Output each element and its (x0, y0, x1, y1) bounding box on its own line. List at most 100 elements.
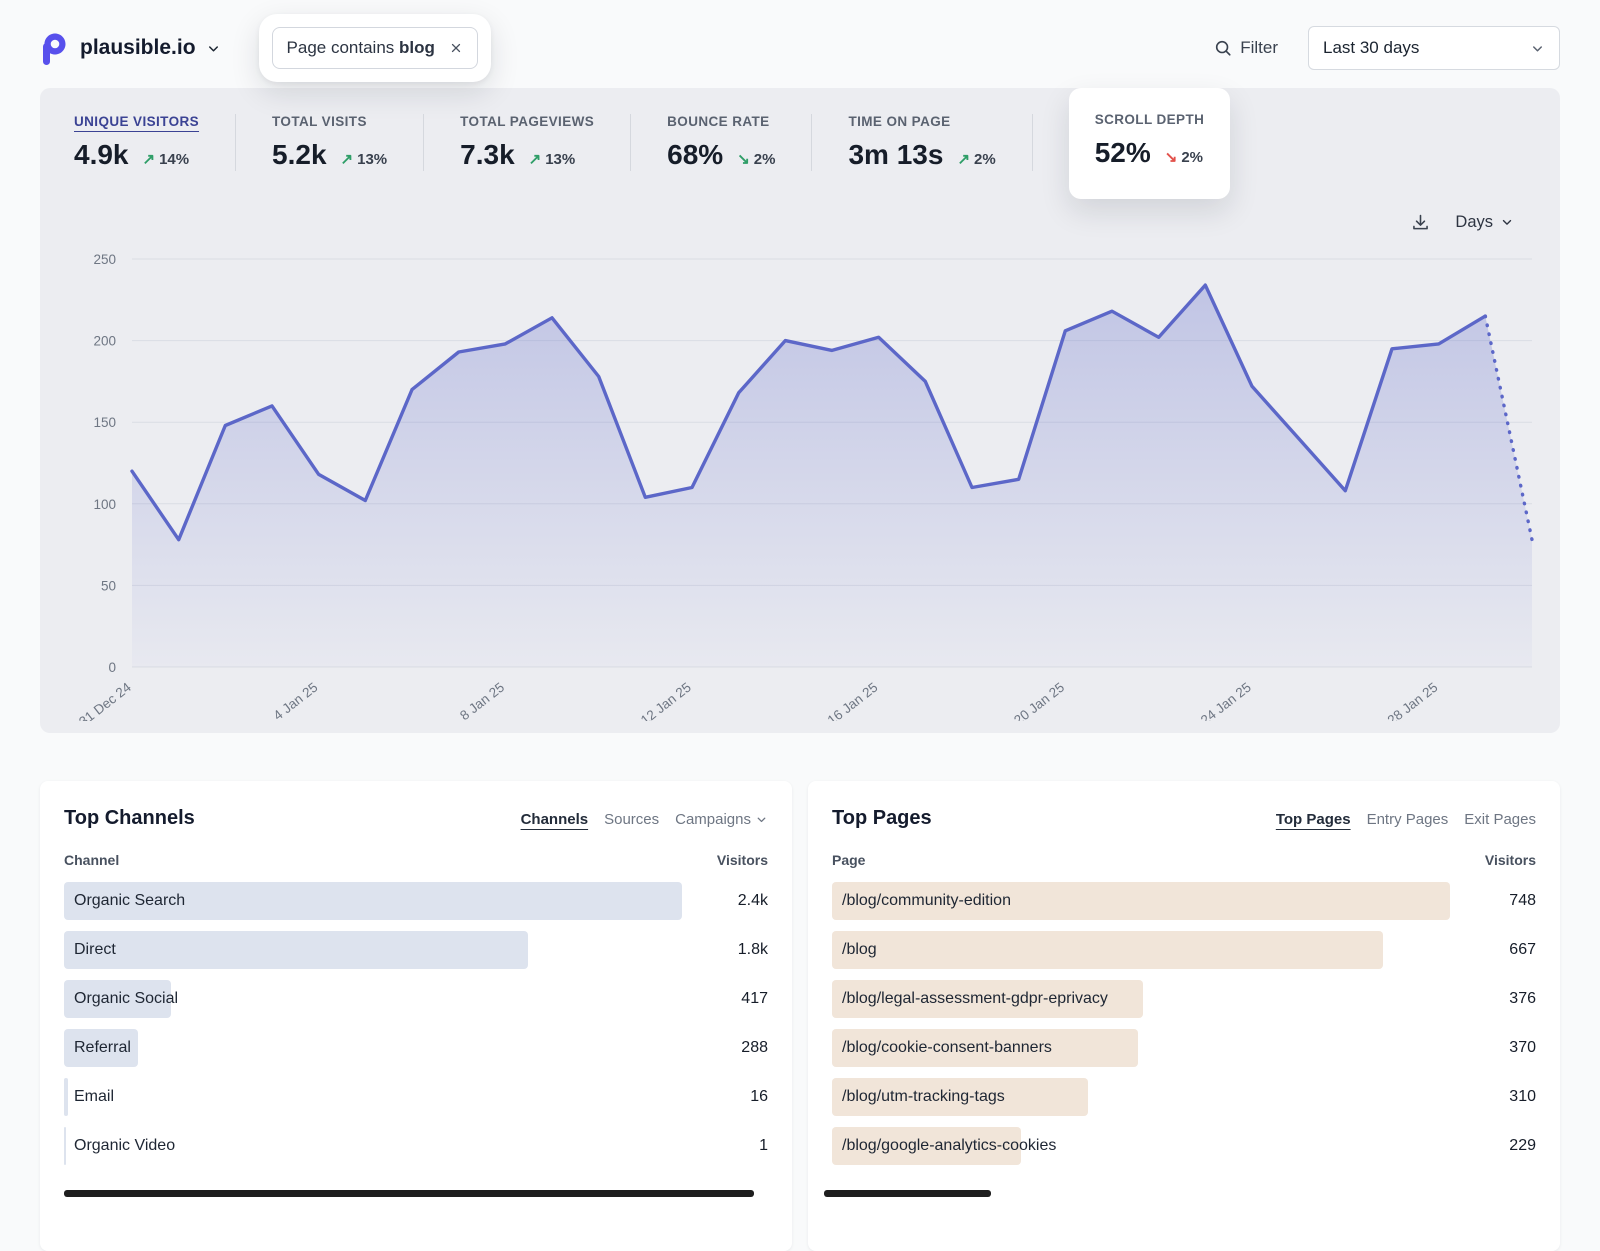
visitors-count: 370 (1464, 1039, 1536, 1057)
download-icon (1410, 212, 1431, 233)
metric-unique-visitors[interactable]: UNIQUE VISITORS 4.9k ↗14% (74, 114, 236, 171)
filter-pill-text: Page contains blog (287, 38, 435, 58)
metric-label: TIME ON PAGE (848, 114, 995, 129)
filter-pill[interactable]: Page contains blog (272, 27, 478, 69)
tab-exit-pages[interactable]: Exit Pages (1464, 811, 1536, 828)
metric-label: UNIQUE VISITORS (74, 114, 199, 129)
visitors-count: 1.8k (696, 941, 768, 959)
tab-top-pages[interactable]: Top Pages (1276, 811, 1351, 828)
page-row[interactable]: /blog/legal-assessment-gdpr-eprivacy 376 (832, 980, 1536, 1018)
table-header: Page Visitors (832, 852, 1536, 868)
channel-row[interactable]: Organic Social 417 (64, 980, 768, 1018)
breakdown-section: Top Channels Channels Sources Campaigns … (40, 781, 1560, 1251)
clipped-overlay-element (64, 1190, 754, 1197)
svg-text:50: 50 (101, 578, 116, 593)
page-path: /blog/utm-tracking-tags (832, 1078, 1005, 1116)
metric-value: 52% (1095, 137, 1151, 169)
channel-row[interactable]: Organic Search 2.4k (64, 882, 768, 920)
page-path: /blog/google-analytics-cookies (832, 1127, 1056, 1165)
chevron-down-icon (1530, 41, 1545, 56)
svg-text:100: 100 (93, 497, 116, 512)
page-path: /blog/legal-assessment-gdpr-eprivacy (832, 980, 1108, 1018)
svg-text:4 Jan 25: 4 Jan 25 (270, 680, 320, 721)
change-percent: 13% (357, 151, 387, 168)
site-name: plausible.io (80, 36, 196, 60)
page-row[interactable]: /blog 667 (832, 931, 1536, 969)
visitors-line-chart[interactable]: 05010015020025031 Dec 244 Jan 258 Jan 25… (54, 243, 1546, 721)
svg-text:250: 250 (93, 252, 116, 267)
svg-text:20 Jan 25: 20 Jan 25 (1011, 680, 1067, 721)
header-actions: Filter Last 30 days (1214, 26, 1560, 70)
page-row[interactable]: /blog/community-edition 748 (832, 882, 1536, 920)
channel-row[interactable]: Email 16 (64, 1078, 768, 1116)
svg-text:16 Jan 25: 16 Jan 25 (825, 680, 881, 721)
metric-change: ↘2% (737, 150, 775, 168)
close-icon (449, 41, 463, 55)
change-percent: 2% (754, 151, 776, 168)
page-row[interactable]: /blog/utm-tracking-tags 310 (832, 1078, 1536, 1116)
row-bar (64, 931, 528, 969)
metric-change: ↗13% (529, 150, 576, 168)
channel-row[interactable]: Organic Video 1 (64, 1127, 768, 1165)
top-pages-card: Top Pages Top Pages Entry Pages Exit Pag… (808, 781, 1560, 1251)
filter-pill-value: blog (399, 38, 435, 57)
metric-change: ↗2% (957, 150, 995, 168)
svg-text:28 Jan 25: 28 Jan 25 (1385, 680, 1441, 721)
plausible-logo-icon (40, 31, 70, 65)
interval-select[interactable]: Days (1455, 213, 1514, 232)
channels-tabs: Channels Sources Campaigns (521, 811, 768, 828)
metric-total-visits[interactable]: TOTAL VISITS 5.2k ↗13% (272, 114, 424, 171)
channel-name: Referral (64, 1029, 131, 1067)
tab-sources[interactable]: Sources (604, 811, 659, 828)
clipped-overlay-element (824, 1190, 991, 1197)
channel-row[interactable]: Direct 1.8k (64, 931, 768, 969)
metric-change: ↘2% (1165, 148, 1203, 166)
visitors-count: 16 (696, 1088, 768, 1106)
channel-row[interactable]: Referral 288 (64, 1029, 768, 1067)
change-percent: 14% (159, 151, 189, 168)
svg-text:12 Jan 25: 12 Jan 25 (638, 680, 694, 721)
channel-name: Organic Video (64, 1127, 175, 1165)
page-path: /blog (832, 931, 877, 969)
page-row[interactable]: /blog/google-analytics-cookies 229 (832, 1127, 1536, 1165)
filter-button-label: Filter (1240, 38, 1278, 58)
trend-arrow-icon: ↘ (1165, 148, 1178, 166)
metric-value: 7.3k (460, 139, 515, 171)
table-header: Channel Visitors (64, 852, 768, 868)
metric-scroll-depth[interactable]: SCROLL DEPTH 52% ↘2% (1069, 88, 1231, 199)
tab-campaigns[interactable]: Campaigns (675, 811, 768, 828)
visitors-count: 2.4k (696, 892, 768, 910)
visitors-count: 417 (696, 990, 768, 1008)
page-path: /blog/community-edition (832, 882, 1011, 920)
metric-value: 68% (667, 139, 723, 171)
visitors-count: 229 (1464, 1137, 1536, 1155)
export-button[interactable] (1410, 212, 1431, 233)
metric-total-pageviews[interactable]: TOTAL PAGEVIEWS 7.3k ↗13% (460, 114, 631, 171)
channel-name: Direct (64, 931, 116, 969)
trend-arrow-icon: ↗ (341, 150, 354, 168)
svg-text:200: 200 (93, 334, 116, 349)
svg-text:24 Jan 25: 24 Jan 25 (1198, 680, 1254, 721)
site-switcher[interactable]: plausible.io (40, 31, 221, 65)
metric-label: SCROLL DEPTH (1095, 112, 1205, 127)
tab-channels[interactable]: Channels (521, 811, 589, 828)
interval-label: Days (1455, 213, 1493, 232)
metric-label: BOUNCE RATE (667, 114, 775, 129)
metric-time-on-page[interactable]: TIME ON PAGE 3m 13s ↗2% (848, 114, 1032, 171)
pages-tabs: Top Pages Entry Pages Exit Pages (1276, 811, 1536, 828)
chart-area: 05010015020025031 Dec 244 Jan 258 Jan 25… (40, 237, 1560, 721)
trend-arrow-icon: ↗ (957, 150, 970, 168)
trend-arrow-icon: ↗ (143, 150, 156, 168)
chevron-down-icon (755, 813, 768, 826)
row-bar (832, 931, 1383, 969)
metric-bounce-rate[interactable]: BOUNCE RATE 68% ↘2% (667, 114, 812, 171)
metric-value: 4.9k (74, 139, 129, 171)
tab-entry-pages[interactable]: Entry Pages (1367, 811, 1449, 828)
date-range-select[interactable]: Last 30 days (1308, 26, 1560, 70)
filter-button[interactable]: Filter (1214, 38, 1278, 58)
svg-text:150: 150 (93, 415, 116, 430)
visitors-count: 748 (1464, 892, 1536, 910)
page-row[interactable]: /blog/cookie-consent-banners 370 (832, 1029, 1536, 1067)
remove-filter-button[interactable] (449, 41, 463, 55)
metric-value: 3m 13s (848, 139, 943, 171)
